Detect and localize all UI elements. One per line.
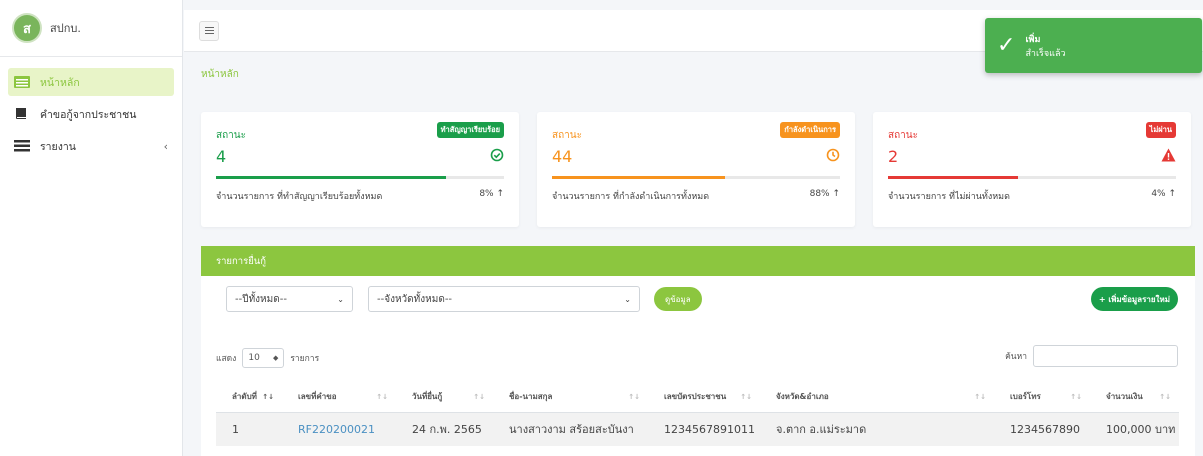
status-badge: ทำสัญญาเรียบร้อย	[436, 122, 504, 138]
view-data-button[interactable]: ดูข้อมูล	[654, 287, 702, 311]
cell-index: 1	[216, 412, 282, 446]
success-toast[interactable]: ✓ เพิ่ม สำเร็จแล้ว	[985, 18, 1202, 73]
sidebar: ส สปกบ. หน้าหลัก คำขอกู้จากประชาชน รายงา…	[0, 0, 183, 456]
progress-bar	[552, 176, 840, 179]
column-header[interactable]: วันที่ยื่นกู้ ↑↓	[396, 382, 493, 413]
status-badge: ไม่ผ่าน	[1145, 122, 1176, 138]
progress-bar	[216, 176, 504, 179]
filters: --ปีทั้งหมด-- ⌄ --จังหวัดทั้งหมด-- ⌄ ดูข…	[226, 286, 702, 312]
sidebar-item-reports[interactable]: รายงาน ‹	[8, 132, 174, 160]
card-value: 4	[216, 147, 227, 166]
card-percent: 8% ↑	[479, 189, 504, 199]
year-select[interactable]: --ปีทั้งหมด-- ⌄	[226, 286, 353, 312]
column-header[interactable]: เลขที่คำขอ ↑↓	[282, 382, 396, 413]
search-label: ค้นหา	[1005, 352, 1027, 362]
search: ค้นหา	[1005, 345, 1178, 367]
sidebar-item-home[interactable]: หน้าหลัก	[8, 68, 174, 96]
chevron-down-icon: ⌄	[624, 294, 631, 304]
province-select[interactable]: --จังหวัดทั้งหมด-- ⌄	[368, 286, 640, 312]
sidebar-item-label: หน้าหลัก	[40, 76, 80, 89]
column-header[interactable]: จังหวัด&อำเภอ ↑↓	[760, 382, 994, 413]
card-label: สถานะ	[216, 130, 246, 141]
card-percent: 4% ↑	[1151, 189, 1176, 199]
clock-icon	[826, 147, 840, 166]
card-value: 44	[552, 147, 573, 166]
cell-phone: 1234567890	[994, 412, 1090, 446]
cell-amount: 100,000 บาท	[1090, 412, 1179, 446]
chevron-down-icon: ⌄	[337, 294, 344, 304]
page-length-value: 10	[248, 353, 260, 363]
sidebar-item-loan-requests[interactable]: คำขอกู้จากประชาชน	[8, 100, 174, 128]
cell-name: นางสาวงาม สร้อยสะบันงา	[493, 412, 648, 446]
book-icon	[14, 108, 30, 120]
loan-list-panel: รายการยื่นกู้ --ปีทั้งหมด-- ⌄ --จังหวัดท…	[201, 246, 1195, 456]
status-card-completed: สถานะ ทำสัญญาเรียบร้อย 4 จำนวนรายการ ที่…	[201, 112, 519, 227]
sidebar-item-label: คำขอกู้จากประชาชน	[40, 108, 137, 121]
page-length-select[interactable]: 10 ◆	[242, 348, 285, 368]
status-badge: กำลังดำเนินการ	[780, 122, 840, 138]
cell-request-id[interactable]: RF220200021	[282, 412, 396, 446]
sidebar-nav: หน้าหลัก คำขอกู้จากประชาชน รายงาน ‹	[0, 57, 182, 171]
card-description: จำนวนรายการ ที่ไม่ผ่านทั้งหมด	[888, 192, 1010, 202]
year-select-value: --ปีทั้งหมด--	[235, 293, 287, 305]
show-label: แสดง	[216, 354, 237, 364]
warning-icon	[1161, 147, 1176, 166]
cell-location: จ.ตาก อ.แม่ระมาด	[760, 412, 994, 446]
column-header[interactable]: จำนวนเงิน ↑↓	[1090, 382, 1179, 413]
check-icon: ✓	[997, 33, 1016, 58]
column-header[interactable]: ลำดับที่ ↑↓	[216, 382, 282, 413]
status-card-in-progress: สถานะ กำลังดำเนินการ 44 จำนวนรายการ ที่ก…	[537, 112, 855, 227]
panel-title: รายการยื่นกู้	[201, 246, 1195, 276]
card-label: สถานะ	[888, 130, 918, 141]
card-description: จำนวนรายการ ที่กำลังดำเนินการทั้งหมด	[552, 192, 710, 202]
sort-updown-icon: ◆	[272, 354, 279, 362]
card-description: จำนวนรายการ ที่ทำสัญญาเรียบร้อยทั้งหมด	[216, 192, 383, 202]
table-header-row: ลำดับที่ ↑↓ เลขที่คำขอ ↑↓ วันที่ยื่นกู้ ↑↓ …	[216, 382, 1179, 413]
cell-date: 24 ก.พ. 2565	[396, 412, 493, 446]
table-row[interactable]: 1 RF220200021 24 ก.พ. 2565 นางสาวงาม สร้…	[216, 412, 1179, 446]
brand-name: สปกบ.	[50, 22, 81, 35]
column-header[interactable]: เบอร์โทร ↑↓	[994, 382, 1090, 413]
table-icon	[14, 76, 30, 88]
logo: ส	[12, 13, 42, 43]
card-label: สถานะ	[552, 130, 582, 141]
brand[interactable]: ส สปกบ.	[0, 0, 182, 57]
cell-id-card: 1234567891011	[648, 412, 760, 446]
column-header[interactable]: ชื่อ-นามสกุล ↑↓	[493, 382, 648, 413]
entries-label: รายการ	[290, 354, 320, 364]
breadcrumb[interactable]: หน้าหลัก	[201, 67, 239, 82]
check-circle-icon	[490, 147, 504, 166]
province-select-value: --จังหวัดทั้งหมด--	[377, 293, 453, 305]
card-value: 2	[888, 147, 899, 166]
chevron-left-icon: ‹	[163, 139, 168, 153]
toast-title: เพิ่ม	[1025, 34, 1041, 45]
sidebar-item-label: รายงาน	[40, 140, 76, 153]
progress-bar	[888, 176, 1176, 179]
menu-toggle-icon[interactable]	[199, 20, 219, 41]
list-icon	[14, 140, 30, 152]
page-length: แสดง 10 ◆ รายการ	[216, 348, 319, 368]
status-card-failed: สถานะ ไม่ผ่าน 2 จำนวนรายการ ที่ไม่ผ่านทั…	[873, 112, 1191, 227]
card-percent: 88% ↑	[809, 189, 840, 199]
add-new-button[interactable]: + เพิ่มข้อมูลรายใหม่	[1090, 287, 1178, 311]
search-input[interactable]	[1033, 345, 1178, 367]
loan-table: ลำดับที่ ↑↓ เลขที่คำขอ ↑↓ วันที่ยื่นกู้ ↑↓ …	[216, 382, 1179, 446]
toast-message: สำเร็จแล้ว	[1025, 48, 1066, 59]
column-header[interactable]: เลขบัตรประชาชน ↑↓	[648, 382, 760, 413]
